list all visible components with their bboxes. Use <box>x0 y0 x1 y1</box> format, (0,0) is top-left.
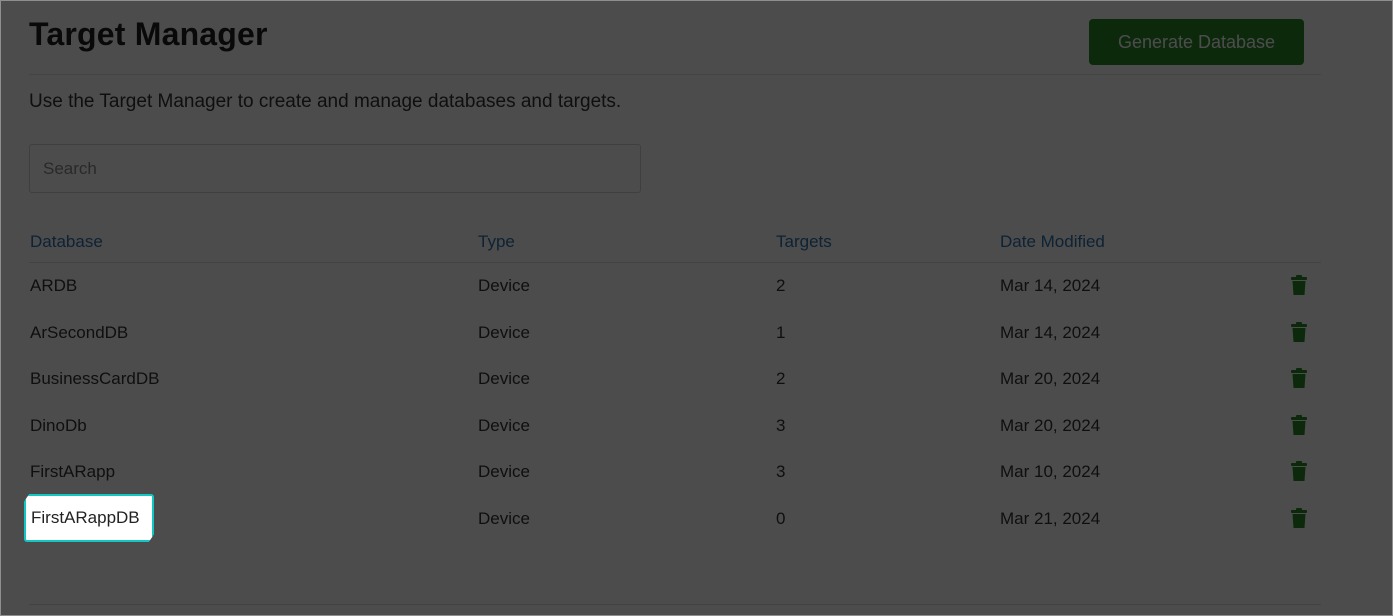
table-row[interactable]: BusinessCardDB Device 2 Mar 20, 2024 <box>29 356 1321 403</box>
table-row[interactable]: FirstARappDB Device 0 Mar 21, 2024 <box>29 496 1321 543</box>
database-type: Device <box>478 415 530 435</box>
database-type: Device <box>478 276 530 295</box>
spotlight-database-name-firstarappdb[interactable]: FirstARappDB <box>24 494 154 542</box>
target-manager-page: Target Manager Generate Database Use the… <box>0 0 1393 616</box>
target-count: 3 <box>776 415 786 435</box>
column-header-database[interactable]: Database <box>30 232 103 252</box>
column-header-targets[interactable]: Targets <box>776 232 832 252</box>
date-modified: Mar 14, 2024 <box>1000 276 1101 295</box>
page-title: Target Manager <box>29 16 268 52</box>
target-count: 1 <box>776 322 786 342</box>
date-modified: Mar 21, 2024 <box>1000 508 1101 528</box>
target-count: 0 <box>776 508 786 528</box>
database-name[interactable]: BusinessCardDB <box>30 369 159 389</box>
generate-database-button[interactable]: Generate Database <box>1089 19 1304 65</box>
page-header: Target Manager Generate Database <box>29 14 1321 75</box>
target-count: 2 <box>776 369 786 389</box>
bottom-divider <box>29 604 1321 605</box>
trash-icon[interactable] <box>1291 368 1307 389</box>
target-count: 3 <box>776 462 786 482</box>
database-name[interactable]: FirstARapp <box>30 462 115 482</box>
database-table: Database Type Targets Date Modified ARDB… <box>29 221 1321 543</box>
table-row[interactable]: FirstARapp Device 3 Mar 10, 2024 <box>29 449 1321 496</box>
date-modified: Mar 20, 2024 <box>1000 369 1101 389</box>
date-modified: Mar 10, 2024 <box>1000 462 1101 482</box>
database-name[interactable]: DinoDb <box>30 416 87 436</box>
trash-icon[interactable] <box>1291 414 1307 435</box>
table-header: Database Type Targets Date Modified <box>29 221 1321 263</box>
database-type: Device <box>478 369 530 389</box>
trash-icon[interactable] <box>1291 321 1307 342</box>
trash-icon[interactable] <box>1291 461 1307 482</box>
database-type: Device <box>478 322 530 342</box>
page-description: Use the Target Manager to create and man… <box>29 91 622 112</box>
database-name[interactable]: ARDB <box>30 276 77 296</box>
trash-icon[interactable] <box>1291 275 1307 295</box>
date-modified: Mar 14, 2024 <box>1000 322 1101 342</box>
table-row[interactable]: DinoDb Device 3 Mar 20, 2024 <box>29 403 1321 450</box>
table-row[interactable]: ArSecondDB Device 1 Mar 14, 2024 <box>29 310 1321 357</box>
database-type: Device <box>478 508 530 528</box>
date-modified: Mar 20, 2024 <box>1000 415 1101 435</box>
table-row[interactable]: ARDB Device 2 Mar 14, 2024 <box>29 263 1321 310</box>
column-header-date-modified[interactable]: Date Modified <box>1000 232 1105 252</box>
target-count: 2 <box>776 276 786 295</box>
column-header-type[interactable]: Type <box>478 232 515 252</box>
database-name[interactable]: ArSecondDB <box>30 323 128 343</box>
database-type: Device <box>478 462 530 482</box>
search-input[interactable] <box>29 144 641 193</box>
trash-icon[interactable] <box>1291 507 1307 528</box>
